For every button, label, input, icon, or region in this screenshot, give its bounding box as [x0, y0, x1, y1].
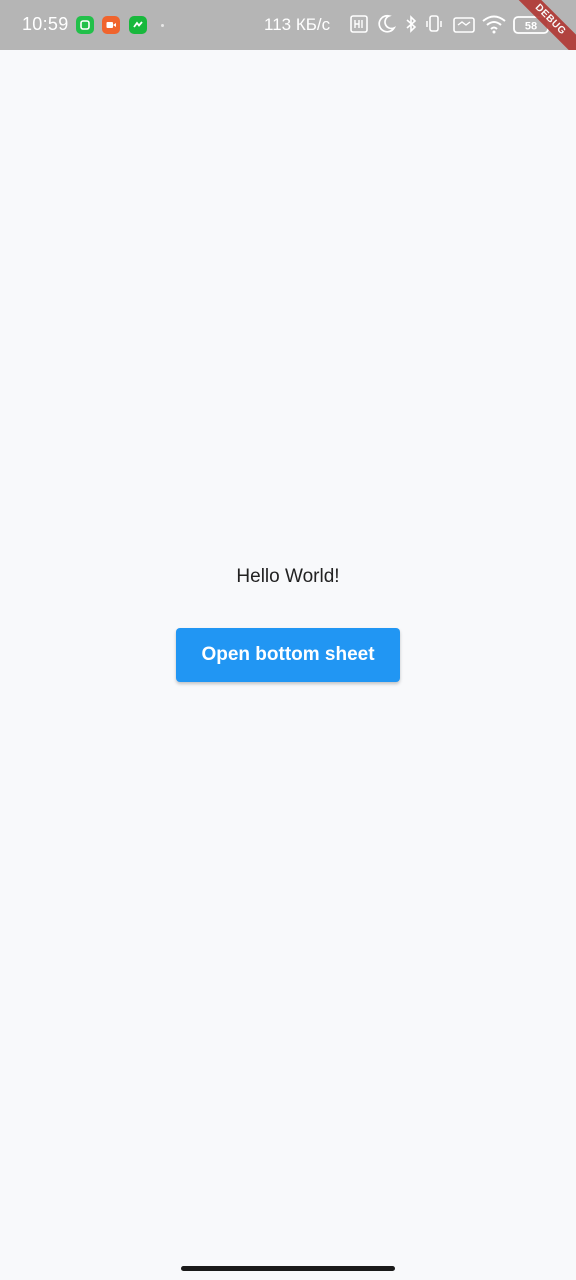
home-indicator[interactable] — [181, 1266, 395, 1271]
hd-icon — [350, 14, 368, 39]
wifi-icon — [481, 14, 507, 39]
open-bottom-sheet-button[interactable]: Open bottom sheet — [176, 628, 400, 682]
battery-level: 58 — [525, 21, 537, 33]
bluetooth-icon — [404, 14, 418, 39]
more-notifications-dot — [161, 24, 164, 27]
vibrate-icon — [425, 14, 443, 39]
main-content: Hello World! Open bottom sheet — [0, 50, 576, 1280]
video-app-icon — [102, 16, 120, 34]
status-bar: 10:59 113 КБ/с 58 DEBUG — [0, 0, 576, 50]
chat-app-icon — [76, 16, 94, 34]
status-time: 10:59 — [22, 14, 69, 34]
network-speed: 113 КБ/с — [264, 15, 331, 34]
sim-icon — [453, 14, 475, 39]
moon-icon — [378, 14, 397, 39]
hello-text: Hello World! — [236, 566, 340, 587]
messenger-app-icon — [129, 16, 147, 34]
